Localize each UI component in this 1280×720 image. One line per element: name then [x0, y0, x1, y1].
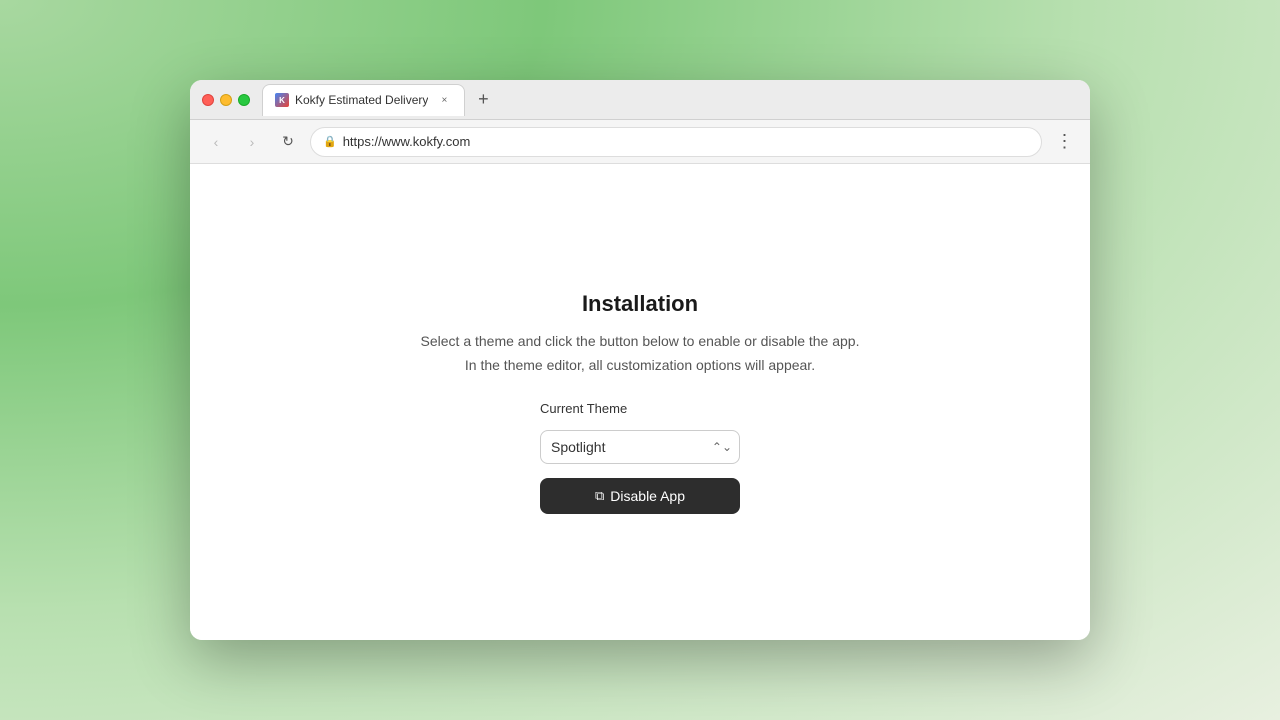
theme-label: Current Theme [540, 401, 627, 416]
back-button[interactable]: ‹ [202, 128, 230, 156]
address-text: https://www.kokfy.com [343, 134, 471, 149]
close-button[interactable] [202, 94, 214, 106]
page-title: Installation [582, 291, 698, 317]
browser-window: K Kokfy Estimated Delivery × + ‹ › ↻ 🔒 h… [190, 80, 1090, 640]
theme-select[interactable]: Spotlight Dawn Debut Brooklyn Minimal [540, 430, 740, 464]
disable-app-label: Disable App [610, 488, 685, 504]
theme-select-wrapper: Spotlight Dawn Debut Brooklyn Minimal ⌃⌄ [540, 430, 740, 464]
installation-form: Current Theme Spotlight Dawn Debut Brook… [540, 401, 740, 514]
tab-bar: K Kokfy Estimated Delivery × + [262, 84, 1078, 116]
tab-favicon: K [275, 93, 289, 107]
external-link-icon: ⧉ [595, 488, 604, 504]
nav-bar: ‹ › ↻ 🔒 https://www.kokfy.com ⋮ [190, 120, 1090, 164]
reload-button[interactable]: ↻ [274, 128, 302, 156]
title-bar: K Kokfy Estimated Delivery × + [190, 80, 1090, 120]
maximize-button[interactable] [238, 94, 250, 106]
forward-button[interactable]: › [238, 128, 266, 156]
tab-close-button[interactable]: × [436, 92, 452, 108]
page-content: Installation Select a theme and click th… [190, 164, 1090, 640]
page-description: Select a theme and click the button belo… [421, 333, 860, 349]
disable-app-button[interactable]: ⧉ Disable App [540, 478, 740, 514]
page-note: In the theme editor, all customization o… [465, 357, 815, 373]
lock-icon: 🔒 [323, 135, 337, 148]
tab-title: Kokfy Estimated Delivery [295, 93, 428, 107]
active-tab[interactable]: K Kokfy Estimated Delivery × [262, 84, 465, 116]
traffic-lights [202, 94, 250, 106]
browser-menu-button[interactable]: ⋮ [1050, 128, 1078, 156]
address-bar[interactable]: 🔒 https://www.kokfy.com [310, 127, 1042, 157]
new-tab-button[interactable]: + [469, 86, 497, 114]
minimize-button[interactable] [220, 94, 232, 106]
